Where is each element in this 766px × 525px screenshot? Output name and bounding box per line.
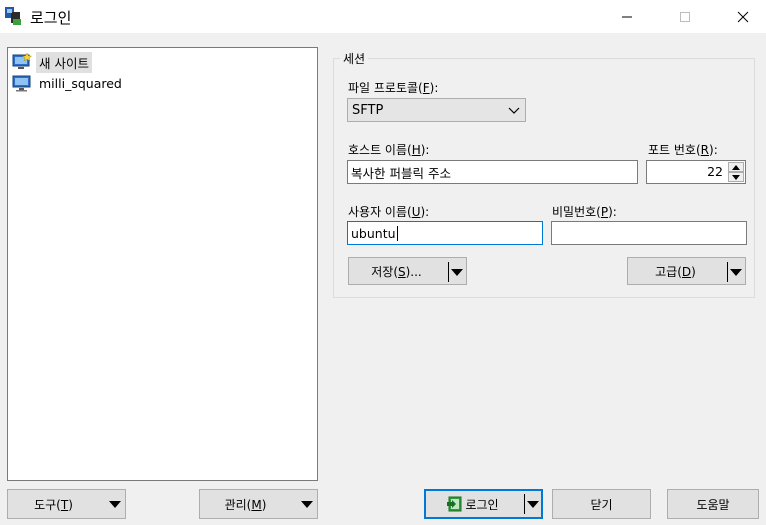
- username-value: ubuntu: [351, 225, 396, 241]
- tree-item-label: 새 사이트: [36, 51, 92, 73]
- dropdown-arrow-icon[interactable]: [450, 267, 464, 277]
- tools-button[interactable]: 도구(T): [7, 489, 126, 519]
- text-caret: [396, 225, 398, 241]
- site-tree[interactable]: 새 사이트 milli_squared: [7, 47, 318, 481]
- port-spinner-arrows: [728, 162, 744, 182]
- username-input[interactable]: ubuntu: [347, 221, 543, 245]
- spin-down-button[interactable]: [728, 172, 744, 182]
- protocol-value: SFTP: [352, 102, 384, 118]
- tree-item-new-site[interactable]: 새 사이트: [12, 51, 92, 73]
- session-group-title: 세션: [340, 50, 369, 67]
- tree-item-label: milli_squared: [39, 75, 122, 91]
- host-input[interactable]: 복사한 퍼블릭 주소: [347, 160, 638, 184]
- split-divider: [727, 262, 728, 282]
- port-value: 22: [707, 164, 723, 179]
- login-button[interactable]: 로그인: [424, 489, 543, 519]
- spin-up-button[interactable]: [728, 162, 744, 172]
- split-divider: [448, 262, 449, 282]
- port-label: 포트 번호(R):: [648, 143, 718, 157]
- login-icon: [447, 496, 462, 512]
- maximize-icon: [680, 11, 690, 22]
- protocol-label: 파일 프로토콜(F):: [348, 81, 439, 95]
- password-input[interactable]: [551, 221, 747, 245]
- help-button[interactable]: 도움말: [667, 489, 759, 519]
- tree-item-milli-squared[interactable]: milli_squared: [12, 73, 125, 93]
- split-divider: [524, 494, 525, 514]
- triangle-up-icon: [732, 164, 740, 170]
- close-button-label: 닫기: [590, 497, 613, 512]
- help-button-label: 도움말: [696, 497, 730, 512]
- close-window-button[interactable]: [720, 0, 766, 33]
- dropdown-arrow-icon: [301, 501, 313, 508]
- close-icon: [737, 11, 749, 22]
- maximize-button[interactable]: [662, 0, 708, 33]
- login-button-label: 로그인: [465, 497, 499, 512]
- protocol-select[interactable]: SFTP: [347, 98, 526, 122]
- dropdown-arrow-icon[interactable]: [729, 267, 743, 277]
- host-label: 호스트 이름(H):: [348, 143, 430, 157]
- dropdown-arrow-icon: [109, 501, 121, 508]
- username-label: 사용자 이름(U):: [348, 205, 430, 219]
- password-label: 비밀번호(P):: [552, 205, 617, 219]
- port-spinner[interactable]: 22: [646, 160, 746, 184]
- host-value: 복사한 퍼블릭 주소: [351, 165, 451, 181]
- minimize-icon: [622, 16, 632, 17]
- close-button[interactable]: 닫기: [552, 489, 651, 519]
- computer-icon: [12, 75, 31, 92]
- advanced-button[interactable]: 고급(D): [627, 257, 746, 285]
- minimize-button[interactable]: [604, 0, 650, 33]
- triangle-down-icon: [732, 174, 740, 180]
- dropdown-arrow-icon[interactable]: [526, 499, 540, 509]
- window-title: 로그인: [30, 9, 72, 27]
- title-bar: 로그인: [0, 0, 766, 33]
- new-site-icon: [12, 53, 32, 69]
- save-button[interactable]: 저장(S)...: [348, 257, 467, 285]
- manage-button[interactable]: 관리(M): [199, 489, 318, 519]
- winscp-app-icon: [5, 7, 21, 25]
- chevron-down-icon: [508, 107, 520, 114]
